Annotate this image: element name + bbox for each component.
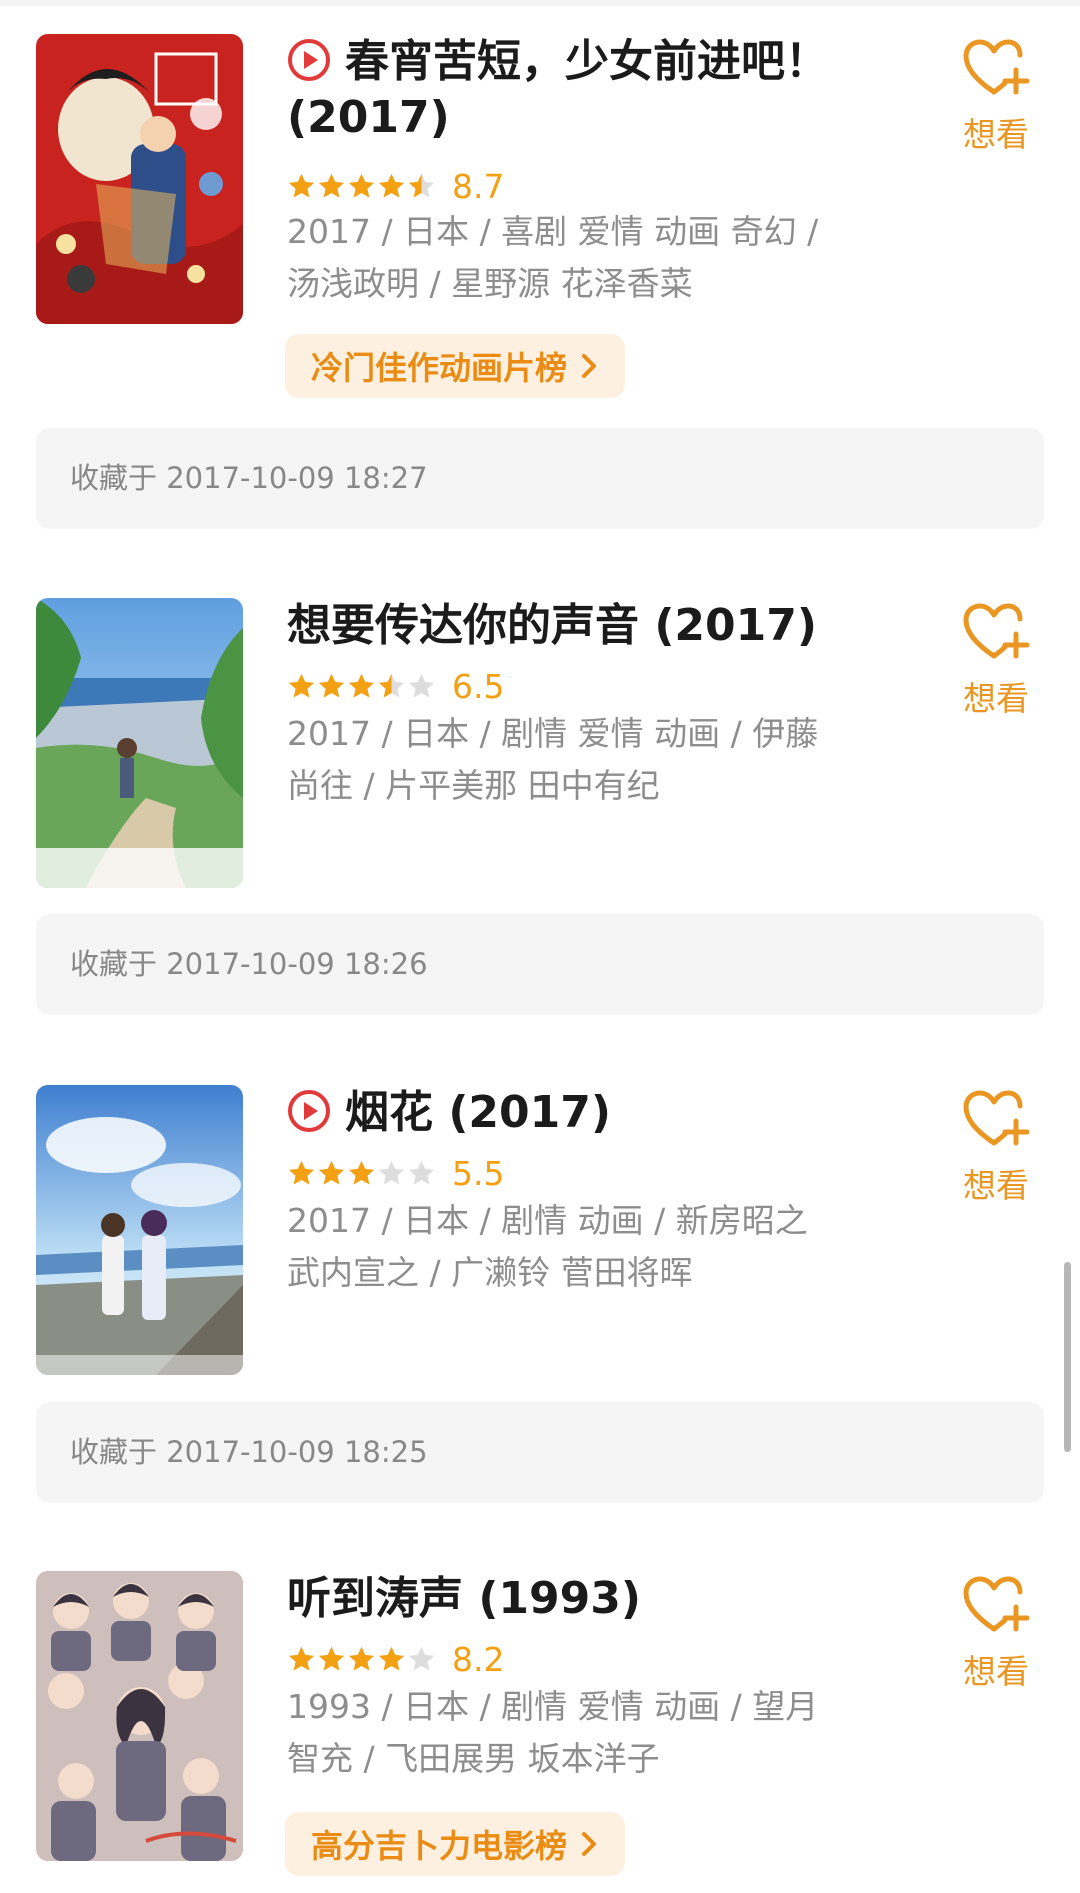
- star-empty-icon: [408, 673, 435, 697]
- star-rating: [287, 172, 436, 201]
- star-full-icon: [288, 673, 315, 697]
- star-full-icon: [378, 173, 405, 197]
- rating-score: 8.7: [452, 166, 505, 206]
- want-to-watch-label: 想看: [963, 679, 1029, 718]
- star-empty-icon: [378, 1160, 405, 1184]
- star-full-icon: [318, 673, 345, 697]
- rating-score: 6.5: [452, 666, 505, 706]
- heart-plus-icon: [963, 1090, 1030, 1146]
- rank-list-chip[interactable]: 高分吉卜力电影榜: [285, 1812, 626, 1876]
- star-rating: [287, 672, 436, 701]
- movie-poster[interactable]: [36, 598, 243, 888]
- collected-time: 收藏于 2017-10-09 18:26: [70, 947, 428, 981]
- rating-score: 8.2: [452, 1639, 505, 1679]
- movie-title-text: 听到涛声 (1993): [287, 1573, 641, 1624]
- play-icon[interactable]: [287, 1089, 331, 1133]
- want-to-watch-button[interactable]: 想看: [958, 1089, 1034, 1207]
- rating-score: 5.5: [452, 1153, 505, 1193]
- star-full-icon: [348, 1160, 375, 1184]
- rating-row: 5.5: [287, 1151, 504, 1195]
- star-full-icon: [318, 1160, 345, 1184]
- star-full-icon: [348, 673, 375, 697]
- movie-title-line2: (2017): [287, 92, 450, 143]
- rank-list-chip[interactable]: 冷门佳作动画片榜: [285, 334, 626, 398]
- top-divider: [0, 0, 1080, 6]
- movie-meta: 1993 / 日本 / 剧情 爱情 动画 / 望月 智充 / 飞田展男 坂本洋子: [287, 1681, 867, 1785]
- play-icon[interactable]: [287, 38, 331, 82]
- star-full-icon: [318, 1646, 345, 1670]
- meta-line: 智充 / 飞田展男 坂本洋子: [287, 1739, 660, 1778]
- star-empty-icon: [408, 1646, 435, 1670]
- movie-poster[interactable]: [36, 1571, 243, 1861]
- star-full-icon: [288, 1160, 315, 1184]
- collected-time-box: 收藏于 2017-10-09 18:27: [36, 428, 1044, 529]
- chevron-right-icon: [582, 354, 597, 378]
- star-full-icon: [378, 1646, 405, 1670]
- chevron-right-icon: [582, 1832, 597, 1856]
- movie-title[interactable]: 春宵苦短，少女前进吧！ (2017): [287, 34, 867, 146]
- star-half-icon: [378, 673, 405, 697]
- meta-line: 武内宣之 / 广濑铃 菅田将晖: [287, 1253, 693, 1292]
- want-to-watch-button[interactable]: 想看: [958, 38, 1034, 156]
- collected-time: 收藏于 2017-10-09 18:25: [70, 1435, 428, 1469]
- movie-poster[interactable]: [36, 1085, 243, 1375]
- heart-plus-icon: [963, 39, 1030, 95]
- movie-meta: 2017 / 日本 / 剧情 动画 / 新房昭之 武内宣之 / 广濑铃 菅田将晖: [287, 1195, 867, 1299]
- star-full-icon: [348, 173, 375, 197]
- meta-line: 2017 / 日本 / 剧情 爱情 动画 / 伊藤: [287, 714, 819, 753]
- movie-title-line1: 春宵苦短，少女前进吧！: [345, 36, 829, 87]
- heart-plus-icon: [963, 1576, 1030, 1632]
- rank-list-label: 高分吉卜力电影榜: [311, 1827, 568, 1865]
- star-empty-icon: [408, 1160, 435, 1184]
- meta-line: 2017 / 日本 / 喜剧 爱情 动画 奇幻 /: [287, 212, 819, 251]
- star-rating: [287, 1159, 436, 1188]
- movie-title[interactable]: 想要传达你的声音 (2017): [287, 598, 867, 654]
- heart-plus-icon: [963, 603, 1030, 659]
- meta-line: 汤浅政明 / 星野源 花泽香菜: [287, 264, 693, 303]
- collected-time: 收藏于 2017-10-09 18:27: [70, 461, 428, 495]
- meta-line: 2017 / 日本 / 剧情 动画 / 新房昭之: [287, 1201, 808, 1240]
- rating-row: 6.5: [287, 664, 504, 708]
- movie-meta: 2017 / 日本 / 剧情 爱情 动画 / 伊藤 尚往 / 片平美那 田中有纪: [287, 708, 867, 812]
- star-full-icon: [288, 173, 315, 197]
- star-half-icon: [408, 173, 435, 197]
- rating-row: 8.2: [287, 1637, 504, 1681]
- star-rating: [287, 1645, 436, 1674]
- star-full-icon: [318, 173, 345, 197]
- collected-time-box: 收藏于 2017-10-09 18:26: [36, 914, 1044, 1015]
- movie-title-text: 烟花 (2017): [345, 1087, 611, 1138]
- movie-meta: 2017 / 日本 / 喜剧 爱情 动画 奇幻 / 汤浅政明 / 星野源 花泽香…: [287, 206, 867, 310]
- collected-time-box: 收藏于 2017-10-09 18:25: [36, 1402, 1044, 1503]
- star-full-icon: [288, 1646, 315, 1670]
- want-to-watch-button[interactable]: 想看: [958, 602, 1034, 720]
- rating-row: 8.7: [287, 164, 504, 208]
- movie-poster[interactable]: [36, 34, 243, 324]
- scrollbar[interactable]: [1064, 1262, 1071, 1452]
- want-to-watch-label: 想看: [963, 115, 1029, 154]
- movie-title[interactable]: 听到涛声 (1993): [287, 1571, 867, 1627]
- want-to-watch-button[interactable]: 想看: [958, 1575, 1034, 1693]
- meta-line: 1993 / 日本 / 剧情 爱情 动画 / 望月: [287, 1687, 819, 1726]
- rank-list-label: 冷门佳作动画片榜: [311, 349, 568, 387]
- meta-line: 尚往 / 片平美那 田中有纪: [287, 766, 660, 805]
- star-full-icon: [348, 1646, 375, 1670]
- movie-title-text: 想要传达你的声音 (2017): [287, 600, 817, 651]
- movie-title[interactable]: 烟花 (2017): [287, 1085, 867, 1141]
- want-to-watch-label: 想看: [963, 1166, 1029, 1205]
- want-to-watch-label: 想看: [963, 1652, 1029, 1691]
